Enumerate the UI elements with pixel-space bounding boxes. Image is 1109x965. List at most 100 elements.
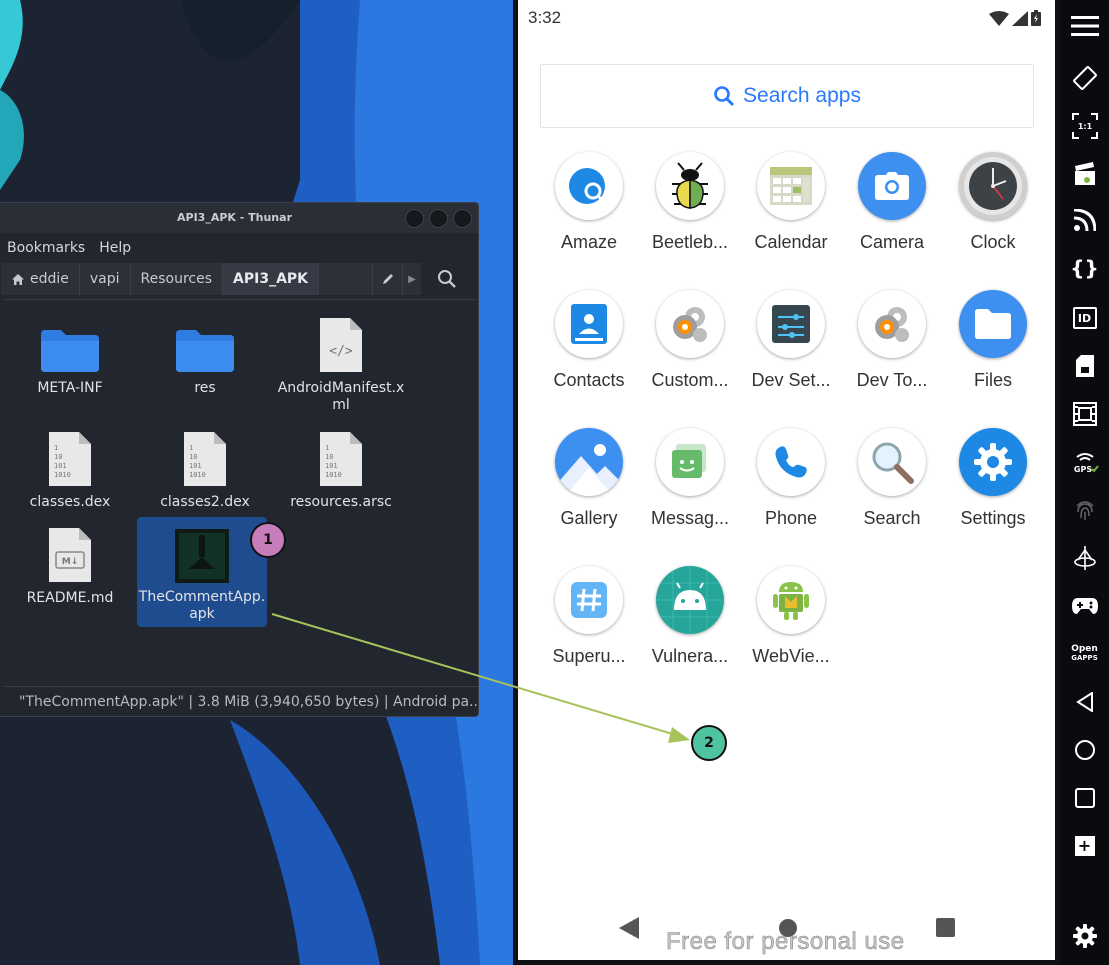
search-apps-bar[interactable]: Search apps <box>540 64 1034 128</box>
window-titlebar[interactable]: API3_APK - Thunar <box>0 203 478 233</box>
file-name: TheCommentApp.apk <box>138 589 266 622</box>
rotate-button[interactable] <box>1060 58 1109 98</box>
app-search[interactable]: Search <box>842 428 942 529</box>
nav-home-button[interactable] <box>1060 730 1109 770</box>
app-gallery[interactable]: Gallery <box>539 428 639 529</box>
signal-icon <box>1012 10 1028 26</box>
svg-text:1:1: 1:1 <box>1077 122 1092 131</box>
back-icon[interactable] <box>619 917 639 939</box>
fingerprint-icon <box>1075 501 1094 520</box>
svg-text:GPS: GPS <box>1073 465 1091 474</box>
path-crumb-eddie[interactable]: eddie <box>1 263 80 295</box>
file-item-androidmanifest[interactable]: </> AndroidManifest.xml <box>276 314 406 414</box>
app-dev-tools[interactable]: Dev To... <box>842 290 942 391</box>
app-messaging[interactable]: Messag... <box>640 428 740 529</box>
recents-icon[interactable] <box>936 918 955 937</box>
screencast-button[interactable] <box>1060 154 1109 194</box>
home-circle-icon <box>1074 740 1095 760</box>
nav-back-button[interactable] <box>1060 682 1109 722</box>
file-icon-view[interactable]: META-INF res </> AndroidManifest.xml 1 10… <box>5 299 475 685</box>
app-label: Phone <box>764 508 818 528</box>
file-item-thecommentapp-apk[interactable]: TheCommentApp.apk <box>137 517 267 627</box>
file-item-meta-inf[interactable]: META-INF <box>5 314 135 397</box>
path-bar-spacer <box>319 263 374 295</box>
menu-bookmarks[interactable]: Bookmarks <box>7 240 85 256</box>
app-camera[interactable]: Camera <box>842 152 942 253</box>
path-crumb-vapi[interactable]: vapi <box>79 263 131 295</box>
beetle-icon <box>672 162 708 209</box>
android-screen[interactable]: 3:32 Search apps Amaze Beetleb... Calend… <box>518 0 1055 960</box>
pixel-perfect-button[interactable]: 1:1 <box>1060 106 1109 146</box>
search-apps-placeholder: Search apps <box>743 84 861 107</box>
app-calendar[interactable]: Calendar <box>741 152 841 253</box>
app-label: Custom... <box>651 370 729 390</box>
path-crumb-resources[interactable]: Resources <box>130 263 224 295</box>
gamepad-button[interactable] <box>1060 586 1109 626</box>
app-contacts[interactable]: Contacts <box>539 290 639 391</box>
file-item-classes-dex[interactable]: 1 10 101 1010 classes.dex <box>5 428 135 511</box>
magnifier-icon <box>872 442 914 484</box>
window-title: API3_APK - Thunar <box>177 211 292 224</box>
app-files[interactable]: Files <box>943 290 1043 391</box>
app-beetlebug[interactable]: Beetleb... <box>640 152 740 253</box>
add-button[interactable]: + <box>1060 826 1109 866</box>
sensors-button[interactable] <box>1060 538 1109 578</box>
thunar-window: API3_APK - Thunar Bookmarks Help eddie v… <box>0 202 479 717</box>
path-crumb-api3-apk[interactable]: API3_APK <box>223 263 320 295</box>
status-bar: "TheCommentApp.apk" | 3.8 MiB (3,940,650… <box>5 686 478 716</box>
app-vulnerable[interactable]: Vulnera... <box>640 566 740 667</box>
file-item-classes2-dex[interactable]: 1 10 101 1010 classes2.dex <box>140 428 270 511</box>
app-amaze[interactable]: Amaze <box>539 152 639 253</box>
id-icon: ID <box>1072 307 1097 329</box>
apk-file-icon <box>175 529 229 583</box>
app-custom[interactable]: Custom... <box>640 290 740 391</box>
settings-icon <box>974 443 1012 481</box>
svg-text:101: 101 <box>54 462 67 470</box>
files-icon <box>975 309 1011 339</box>
gps-icon: GPS <box>1073 453 1099 474</box>
close-button[interactable] <box>453 209 472 228</box>
plus-label: + <box>1077 836 1092 855</box>
app-label: Calendar <box>754 232 828 252</box>
cast-button[interactable] <box>1060 200 1109 240</box>
app-superuser[interactable]: Superu... <box>539 566 639 667</box>
identity-button[interactable]: ID <box>1060 298 1109 338</box>
svg-text:1010: 1010 <box>325 471 342 479</box>
path-next-button[interactable]: ▶ <box>403 263 422 295</box>
rotate-icon <box>1072 66 1097 90</box>
braces-icon: {} <box>1070 256 1099 280</box>
app-phone[interactable]: Phone <box>741 428 841 529</box>
app-dev-settings[interactable]: Dev Set... <box>741 290 841 391</box>
emulator-settings-button[interactable] <box>1060 916 1109 956</box>
menu-button[interactable] <box>1060 6 1109 46</box>
app-settings[interactable]: Settings <box>943 428 1043 529</box>
gps-button[interactable]: GPS <box>1060 442 1109 482</box>
sim-button[interactable] <box>1060 346 1109 386</box>
app-label: Settings <box>960 508 1026 528</box>
media-button[interactable] <box>1060 394 1109 434</box>
home-icon <box>12 273 24 285</box>
search-button[interactable] <box>427 263 467 295</box>
app-label: Camera <box>859 232 925 252</box>
app-clock[interactable]: Clock <box>943 152 1043 253</box>
minimize-button[interactable] <box>405 209 424 228</box>
file-name: README.md <box>26 590 114 606</box>
app-label: Amaze <box>560 232 618 252</box>
edit-path-button[interactable] <box>373 263 404 295</box>
file-item-readme[interactable]: M↓ README.md <box>5 524 135 607</box>
opengapps-button[interactable]: Open GAPPS <box>1060 634 1109 674</box>
binary-file-icon: 1101011010 <box>49 432 91 486</box>
app-webview[interactable]: WebVie... <box>741 566 841 667</box>
folder-icon <box>41 330 99 372</box>
menu-help[interactable]: Help <box>99 240 131 256</box>
code-button[interactable]: {} <box>1060 248 1109 288</box>
file-item-res[interactable]: res <box>140 314 270 397</box>
svg-text:1: 1 <box>54 444 58 452</box>
nav-recents-button[interactable] <box>1060 778 1109 818</box>
amaze-icon <box>569 168 606 204</box>
maximize-button[interactable] <box>429 209 448 228</box>
fingerprint-button[interactable] <box>1060 490 1109 530</box>
file-item-resources-arsc[interactable]: 1 10 101 1010 resources.arsc <box>276 428 406 511</box>
menu-bar: Bookmarks Help <box>0 233 478 263</box>
binary-file-icon: 1101011010 <box>184 432 226 486</box>
